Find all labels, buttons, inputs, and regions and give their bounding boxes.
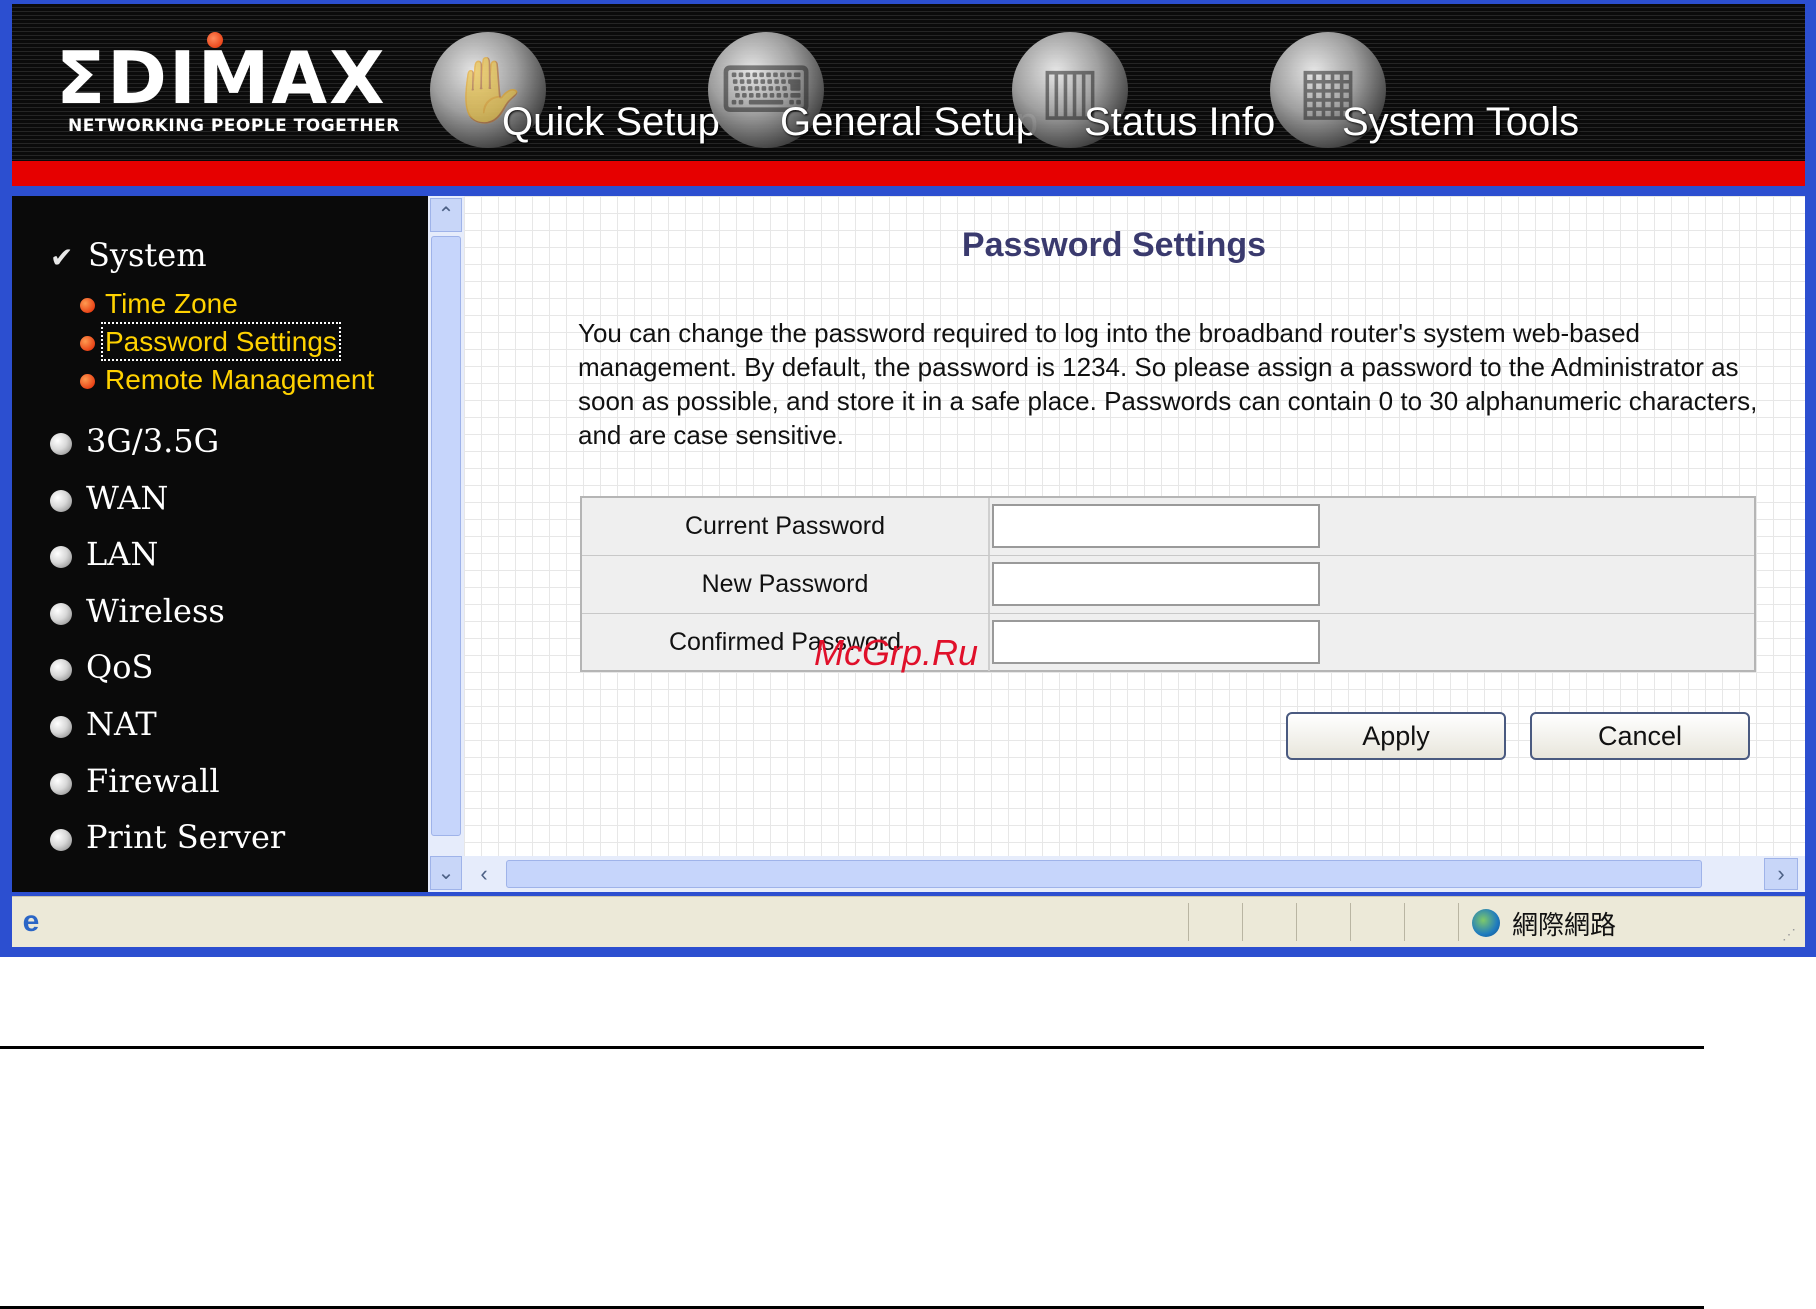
bullet-icon [50,602,72,625]
watermark: McGrp.Ru [814,632,979,673]
new-password-label: New Password [582,556,990,613]
sidebar-item-3g[interactable]: 3G/3.5G [50,422,219,460]
red-bullet-icon [80,298,95,314]
sidebar-item-label: Wireless [86,592,225,630]
header-red-bar [12,161,1805,186]
sidebar-item-nat[interactable]: NAT [50,705,157,743]
sidebar-item-qos[interactable]: QoS [50,648,153,686]
scrollbar-thumb[interactable] [506,860,1702,888]
status-divider [1296,903,1297,941]
status-divider [1404,903,1405,941]
status-divider [1242,903,1243,941]
security-zone-label: 網際網路 [1512,911,1617,941]
new-password-input[interactable] [992,562,1320,606]
content-horizontal-scrollbar[interactable]: ‹ › [464,856,1805,892]
current-password-label: Current Password [582,498,990,555]
scroll-down-icon[interactable]: ⌄ [430,856,462,890]
sidebar-item-label: System [88,236,207,274]
scroll-up-icon[interactable]: ⌃ [430,198,462,232]
sidebar-item-label: WAN [86,479,169,517]
brand-tagline: NETWORKING PEOPLE TOGETHER [68,116,400,136]
scroll-left-icon[interactable]: ‹ [468,858,500,890]
bullet-icon [50,828,72,851]
status-divider [1458,903,1459,941]
password-form-table: Current Password New Password Confirmed … [580,496,1756,672]
sidebar-item-system[interactable]: ✔ System [50,236,207,274]
confirmed-password-input[interactable] [992,620,1320,664]
sidebar-subitem-time-zone[interactable]: Time Zone [80,288,238,320]
table-row: Current Password [582,498,1754,556]
resize-grip-icon[interactable]: ⋰ [1782,925,1800,943]
scroll-right-icon[interactable]: › [1764,858,1798,890]
sidebar-item-wireless[interactable]: Wireless [50,592,225,630]
sidebar-subitem-label: Time Zone [105,288,238,319]
status-divider [1350,903,1351,941]
nav-label: Status Info [1084,100,1276,144]
table-row: New Password [582,556,1754,614]
sidebar-subitem-label: Remote Management [105,364,375,395]
router-header: ΣDIMAX NETWORKING PEOPLE TOGETHER ✋ Quic… [12,4,1805,161]
apply-button[interactable]: Apply [1286,712,1506,760]
checkmark-icon: ✔ [50,241,74,274]
browser-window: ΣDIMAX NETWORKING PEOPLE TOGETHER ✋ Quic… [0,0,1816,957]
edimax-logo: ΣDIMAX [56,36,387,120]
sidebar-subitem-label: Password Settings [101,322,341,361]
sidebar-item-label: LAN [86,535,159,573]
red-bullet-icon [80,374,95,390]
bullet-icon [50,545,72,568]
sidebar-subitem-remote-management[interactable]: Remote Management [80,364,374,396]
sidebar-item-print-server[interactable]: Print Server [50,818,285,856]
nav-label: General Setup [780,100,1038,144]
scrollbar-thumb[interactable] [431,236,461,836]
globe-icon [1472,909,1500,937]
sidebar-item-wan[interactable]: WAN [50,479,168,517]
bullet-icon [50,658,72,681]
sidebar-item-label: QoS [86,648,154,686]
bullet-icon [50,489,72,512]
sidebar-item-label: 3G/3.5G [86,422,220,460]
red-bullet-icon [80,336,95,352]
page-rule-top [0,1046,1704,1049]
sidebar-item-label: Print Server [86,818,286,856]
table-row: Confirmed Password [582,614,1754,671]
bullet-icon [50,715,72,738]
sidebar-item-label: Firewall [86,762,220,800]
nav-label: Quick Setup [502,100,720,144]
page-title: Password Settings [961,226,1267,264]
bullet-icon [50,772,72,795]
sidebar: ✔ System Time Zone Password Settings Remo… [12,196,428,892]
bullet-icon [50,432,72,455]
current-password-input[interactable] [992,504,1320,548]
browser-status-bar: e 網際網路 ⋰ [12,896,1805,947]
cancel-button[interactable]: Cancel [1530,712,1750,760]
page-description: You can change the password required to … [578,318,1758,450]
sidebar-vertical-scrollbar[interactable]: ⌃ ⌄ [428,196,464,892]
ie-page-icon: e [22,905,40,938]
sidebar-subitem-password-settings[interactable]: Password Settings [80,322,341,361]
sidebar-item-label: NAT [86,705,157,743]
nav-label: System Tools [1342,100,1580,144]
content-panel: Password Settings You can change the pas… [464,196,1805,856]
sidebar-item-firewall[interactable]: Firewall [50,762,220,800]
sidebar-item-lan[interactable]: LAN [50,535,158,573]
status-divider [1188,903,1189,941]
